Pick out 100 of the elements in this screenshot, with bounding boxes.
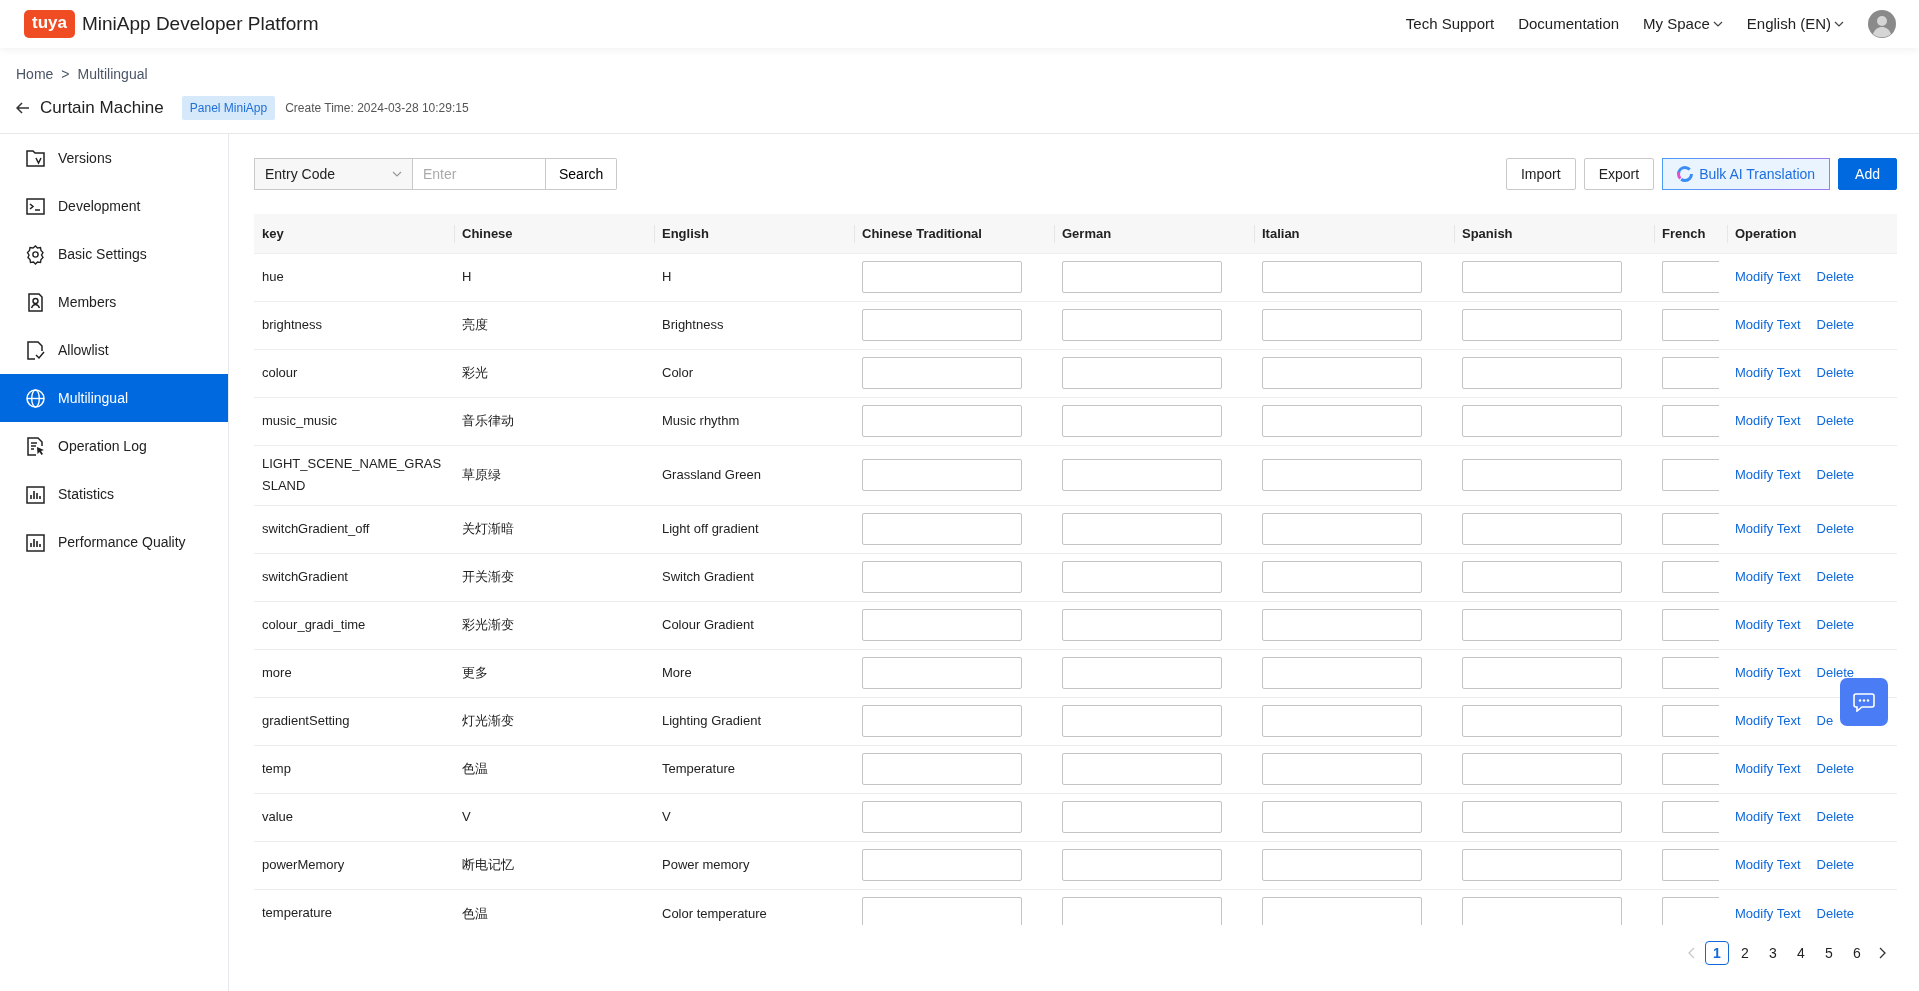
translation-field[interactable] [862,705,1022,737]
page-link[interactable]: 5 [1817,941,1841,965]
translation-field[interactable] [862,657,1022,689]
delete-link[interactable]: Delete [1816,665,1855,681]
translation-field[interactable] [1262,261,1422,293]
sidebar-item[interactable]: Statistics [0,470,228,518]
sidebar-item[interactable]: Allowlist [0,326,228,374]
translation-field[interactable] [1462,561,1622,593]
translation-field[interactable] [1262,849,1422,881]
translation-field[interactable] [1062,897,1222,925]
sidebar-item[interactable]: Development [0,182,228,230]
translation-field[interactable] [1462,609,1622,641]
translation-field[interactable] [1662,513,1719,545]
translation-field[interactable] [862,459,1022,491]
translation-field[interactable] [862,561,1022,593]
modify-link[interactable]: Modify Text [1735,665,1801,681]
translation-field[interactable] [1062,357,1222,389]
page-link[interactable]: 2 [1733,941,1757,965]
page-link[interactable]: 1 [1705,941,1729,965]
translation-field[interactable] [1262,459,1422,491]
delete-link[interactable]: Delete [1816,761,1855,777]
sidebar-item[interactable]: Basic Settings [0,230,228,278]
sidebar-item[interactable]: Multilingual [0,374,228,422]
nav-link[interactable]: Tech Support [1405,12,1495,36]
translation-field[interactable] [1662,459,1719,491]
translation-field[interactable] [1262,405,1422,437]
translation-field[interactable] [1262,561,1422,593]
translation-field[interactable] [1062,309,1222,341]
modify-link[interactable]: Modify Text [1735,617,1801,633]
translation-field[interactable] [862,513,1022,545]
toolbar-button[interactable]: Export [1583,158,1655,190]
modify-link[interactable]: Modify Text [1735,467,1801,483]
translation-field[interactable] [1262,897,1422,925]
translation-field[interactable] [1462,459,1622,491]
translation-field[interactable] [1462,657,1622,689]
delete-link[interactable]: Delete [1816,521,1855,537]
modify-link[interactable]: Modify Text [1735,857,1801,873]
translation-field[interactable] [1462,513,1622,545]
translation-field[interactable] [862,405,1022,437]
sidebar-item[interactable]: Versions [0,134,228,182]
delete-link[interactable]: Delete [1816,269,1855,285]
translation-field[interactable] [1662,261,1719,293]
translation-field[interactable] [1662,753,1719,785]
sidebar-item[interactable]: Performance Quality [0,518,228,566]
modify-link[interactable]: Modify Text [1735,521,1801,537]
translation-field[interactable] [1662,657,1719,689]
translation-field[interactable] [1062,657,1222,689]
translation-field[interactable] [1262,357,1422,389]
modify-link[interactable]: Modify Text [1735,269,1801,285]
breadcrumb-link[interactable]: Multilingual [77,64,148,85]
delete-link[interactable]: Delete [1816,317,1855,333]
sidebar-item[interactable]: Operation Log [0,422,228,470]
translation-field[interactable] [1462,753,1622,785]
translation-field[interactable] [1662,705,1719,737]
page-link[interactable]: 6 [1845,941,1869,965]
translation-field[interactable] [1462,705,1622,737]
translation-field[interactable] [1062,513,1222,545]
translation-field[interactable] [862,357,1022,389]
ai-translation-button[interactable]: Bulk AI Translation [1662,158,1831,190]
translation-field[interactable] [862,309,1022,341]
translation-field[interactable] [1662,609,1719,641]
translation-field[interactable] [1662,801,1719,833]
chat-button[interactable] [1840,678,1888,726]
modify-link[interactable]: Modify Text [1735,761,1801,777]
delete-link[interactable]: Delete [1816,809,1855,825]
translation-field[interactable] [1062,705,1222,737]
nav-link[interactable]: Documentation [1518,12,1620,36]
translation-field[interactable] [1262,513,1422,545]
delete-link[interactable]: Delete [1816,413,1855,429]
modify-link[interactable]: Modify Text [1735,317,1801,333]
sidebar-item[interactable]: Members [0,278,228,326]
translation-field[interactable] [1662,357,1719,389]
translation-field[interactable] [1662,849,1719,881]
page-link[interactable]: 4 [1789,941,1813,965]
translation-field[interactable] [1462,897,1622,925]
translation-field[interactable] [1062,801,1222,833]
translation-field[interactable] [1062,609,1222,641]
filter-dropdown[interactable]: Entry Code [254,158,413,190]
breadcrumb-link[interactable]: Home [16,64,54,85]
translation-field[interactable] [1262,657,1422,689]
delete-link[interactable]: Delete [1816,617,1855,633]
translation-field[interactable] [1662,309,1719,341]
translation-field[interactable] [1062,753,1222,785]
delete-link[interactable]: De [1816,713,1834,729]
translation-field[interactable] [1462,357,1622,389]
translation-field[interactable] [1262,705,1422,737]
delete-link[interactable]: Delete [1816,569,1855,585]
translation-field[interactable] [1662,405,1719,437]
modify-link[interactable]: Modify Text [1735,905,1801,921]
translation-field[interactable] [1662,561,1719,593]
translation-field[interactable] [862,849,1022,881]
translation-field[interactable] [862,801,1022,833]
modify-link[interactable]: Modify Text [1735,413,1801,429]
translation-field[interactable] [1062,261,1222,293]
nav-link[interactable]: My Space [1643,12,1723,36]
modify-link[interactable]: Modify Text [1735,365,1801,381]
search-field[interactable]: Enter [413,158,546,190]
nav-link[interactable]: English (EN) [1746,12,1844,36]
translation-field[interactable] [862,609,1022,641]
translation-field[interactable] [1462,309,1622,341]
